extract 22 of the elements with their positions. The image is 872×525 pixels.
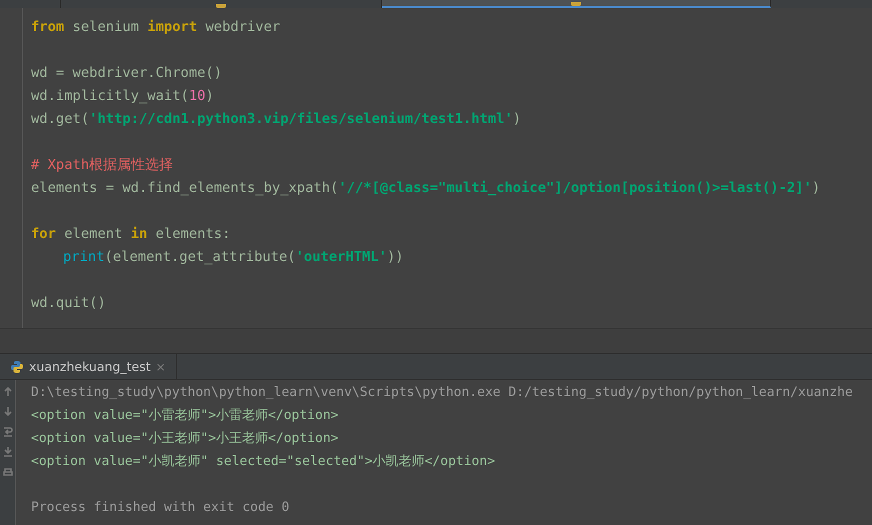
console-line: D:\testing_study\python\python_learn\venv\Scripts\python.exe D:/testing_study/python/python_learn/xuanzhe <box>31 384 853 402</box>
code-line: wd = webdriver.Chrome() <box>31 64 224 83</box>
splitter-bar[interactable] <box>0 328 872 354</box>
code-line: wd.get('http://cdn1.python3.vip/files/selenium/test1.html') <box>31 110 522 129</box>
code-line: from selenium import webdriver <box>31 18 282 37</box>
code-line: print(element.get_attribute('outerHTML')) <box>62 248 405 267</box>
code-line: wd.quit() <box>31 294 107 313</box>
editor-tab[interactable] <box>382 0 771 8</box>
python-icon <box>10 360 24 374</box>
console-line: <option value="小雷老师">小雷老师</option> <box>31 407 340 425</box>
up-arrow-icon[interactable] <box>2 386 12 397</box>
code-line: for element in elements: <box>31 225 232 244</box>
print-icon[interactable] <box>2 466 12 477</box>
console-line: <option value="小凯老师" selected="selected">小凯老师</option> <box>31 453 496 471</box>
download-icon[interactable] <box>2 446 12 457</box>
down-arrow-icon[interactable] <box>2 406 12 417</box>
code-line: # Xpath根据属性选择 <box>31 156 174 175</box>
console-line: Process finished with exit code 0 <box>31 499 290 517</box>
console-line: <option value="小王老师">小王老师</option> <box>31 430 340 448</box>
wrap-icon[interactable] <box>2 426 12 437</box>
code-line: wd.implicitly_wait(10) <box>31 87 215 106</box>
code-line: elements = wd.find_elements_by_xpath('//*[@class="multi_choice"]/option[position()>=last()-2]') <box>31 179 820 198</box>
